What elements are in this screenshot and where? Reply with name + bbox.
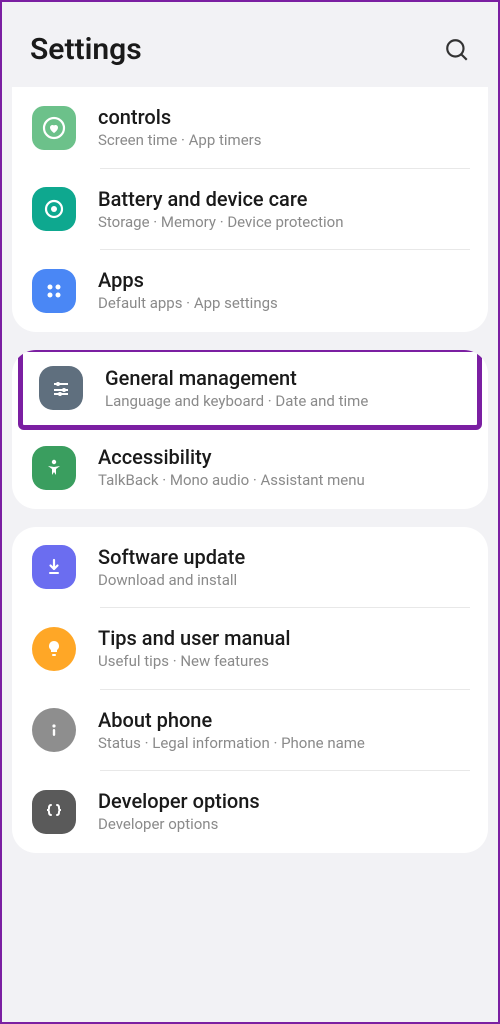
row-subtitle: TalkBack · Mono audio · Assistant menu: [98, 471, 468, 491]
row-subtitle: Screen time · App timers: [98, 131, 468, 151]
row-title: About phone: [98, 708, 468, 732]
row-title: General management: [105, 366, 461, 390]
grid-icon: [32, 269, 76, 313]
row-title: Accessibility: [98, 445, 468, 469]
download-icon: [32, 545, 76, 589]
settings-group-2: General management Language and keyboard…: [12, 350, 488, 509]
settings-item-about-phone[interactable]: About phone Status · Legal information ·…: [12, 690, 488, 772]
row-title: Tips and user manual: [98, 626, 468, 650]
settings-group-3: Software update Download and install Tip…: [12, 527, 488, 853]
row-title: Battery and device care: [98, 187, 468, 211]
settings-item-tips[interactable]: Tips and user manual Useful tips · New f…: [12, 608, 488, 690]
care-icon: [32, 187, 76, 231]
bulb-icon: [32, 627, 76, 671]
row-text: Accessibility TalkBack · Mono audio · As…: [98, 445, 468, 491]
row-subtitle: Status · Legal information · Phone name: [98, 734, 468, 754]
row-subtitle: Useful tips · New features: [98, 652, 468, 672]
settings-item-apps[interactable]: Apps Default apps · App settings: [12, 250, 488, 332]
row-subtitle: Language and keyboard · Date and time: [105, 392, 461, 412]
sliders-icon: [39, 366, 83, 410]
row-subtitle: Developer options: [98, 815, 468, 835]
row-subtitle: Storage · Memory · Device protection: [98, 213, 468, 233]
settings-item-battery[interactable]: Battery and device care Storage · Memory…: [12, 169, 488, 251]
braces-icon: [32, 790, 76, 834]
row-subtitle: Download and install: [98, 571, 468, 591]
row-text: Tips and user manual Useful tips · New f…: [98, 626, 468, 672]
highlight-box: General management Language and keyboard…: [18, 350, 482, 431]
row-text: Developer options Developer options: [98, 789, 468, 835]
row-text: controls Screen time · App timers: [98, 105, 468, 151]
header: Settings: [2, 2, 498, 87]
search-icon[interactable]: [444, 37, 470, 63]
person-icon: [32, 446, 76, 490]
settings-group-1: controls Screen time · App timers Batter…: [12, 87, 488, 332]
row-text: About phone Status · Legal information ·…: [98, 708, 468, 754]
row-title: controls: [98, 105, 468, 129]
info-icon: [32, 708, 76, 752]
settings-item-accessibility[interactable]: Accessibility TalkBack · Mono audio · As…: [12, 427, 488, 509]
settings-item-software-update[interactable]: Software update Download and install: [12, 527, 488, 609]
row-subtitle: Default apps · App settings: [98, 294, 468, 314]
row-text: Apps Default apps · App settings: [98, 268, 468, 314]
row-title: Developer options: [98, 789, 468, 813]
heart-circle-icon: [32, 106, 76, 150]
row-title: Software update: [98, 545, 468, 569]
row-text: General management Language and keyboard…: [105, 366, 461, 412]
settings-item-developer-options[interactable]: Developer options Developer options: [12, 771, 488, 853]
row-text: Software update Download and install: [98, 545, 468, 591]
settings-item-controls[interactable]: controls Screen time · App timers: [12, 87, 488, 169]
row-text: Battery and device care Storage · Memory…: [98, 187, 468, 233]
settings-item-general-management[interactable]: General management Language and keyboard…: [23, 352, 477, 426]
row-title: Apps: [98, 268, 468, 292]
page-title: Settings: [30, 32, 142, 67]
